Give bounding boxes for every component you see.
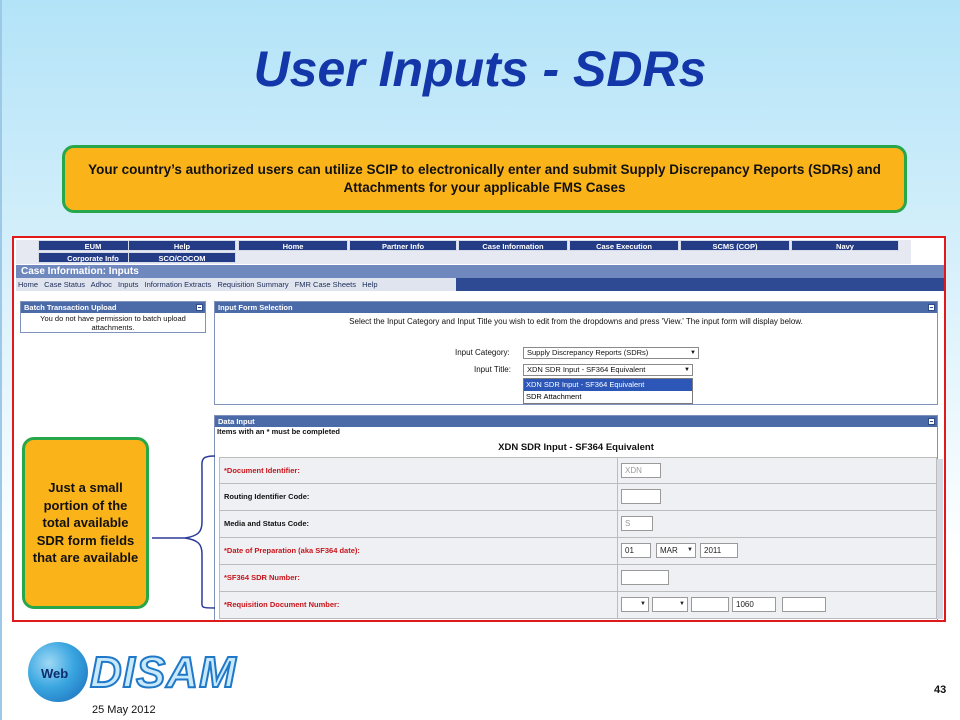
nav-case-execution[interactable]: Case Execution — [569, 240, 679, 251]
slide-left-edge — [0, 0, 2, 720]
dropdown-option-sdr-attachment[interactable]: SDR Attachment — [524, 391, 692, 403]
form-row-document-identifier: *Document Identifier: XDN — [219, 457, 937, 484]
input-category-value: Supply Discrepancy Reports (SDRs) — [527, 348, 649, 357]
nav-navy[interactable]: Navy — [791, 240, 899, 251]
date-of-preparation-label: *Date of Preparation (aka SF364 date): — [220, 538, 618, 564]
input-category-label: Input Category: — [455, 348, 510, 357]
date-year-input[interactable]: 2011 — [700, 543, 738, 558]
chevron-down-icon: ▼ — [687, 547, 693, 553]
scip-nav-grid: EUM Help Home Partner Info Case Informat… — [16, 240, 911, 264]
input-form-selection-header: Input Form Selection — [215, 302, 937, 313]
form-row-media-status: Media and Status Code: S — [219, 511, 937, 538]
batch-upload-panel: Batch Transaction Upload You do not have… — [20, 301, 206, 333]
requisition-select-1[interactable]: ▼ — [621, 597, 649, 612]
sf364-number-input[interactable] — [621, 570, 669, 585]
logo-web-text: Web — [41, 666, 69, 681]
logo-wordmark: DISAM — [89, 647, 237, 698]
sdr-form-table: *Document Identifier: XDN Routing Identi… — [219, 457, 937, 619]
input-title-dropdown: XDN SDR Input - SF364 Equivalent SDR Att… — [523, 378, 693, 404]
dropdown-option-xdn[interactable]: XDN SDR Input - SF364 Equivalent — [524, 379, 692, 391]
chevron-down-icon: ▼ — [640, 601, 646, 607]
sub-nav: Home Case Status Adhoc Inputs Informatio… — [16, 278, 944, 291]
callout-top: Your country’s authorized users can util… — [62, 145, 907, 213]
minimize-icon[interactable] — [928, 418, 935, 425]
form-row-date-of-preparation: *Date of Preparation (aka SF364 date): 0… — [219, 538, 937, 565]
media-status-label: Media and Status Code: — [220, 511, 618, 537]
requisition-document-label: *Requisition Document Number: — [220, 592, 618, 618]
nav-home[interactable]: Home — [238, 240, 348, 251]
requisition-input-1[interactable] — [691, 597, 729, 612]
minimize-icon[interactable] — [928, 304, 935, 311]
batch-upload-title: Batch Transaction Upload — [24, 303, 117, 312]
subnav-requisition-summary[interactable]: Requisition Summary — [217, 280, 288, 289]
sub-nav-bar — [456, 278, 944, 291]
subnav-adhoc[interactable]: Adhoc — [91, 280, 112, 289]
minimize-icon[interactable] — [196, 304, 203, 311]
input-title-select[interactable]: XDN SDR Input - SF364 Equivalent ▼ — [523, 364, 693, 376]
document-identifier-label: *Document Identifier: — [220, 458, 618, 484]
data-input-header: Data Input — [215, 416, 937, 427]
data-input-panel: Data Input Items with an * must be compl… — [214, 415, 938, 620]
form-row-routing-identifier: Routing Identifier Code: — [219, 484, 937, 511]
subnav-information-extracts[interactable]: Information Extracts — [145, 280, 212, 289]
brace-path — [152, 455, 216, 609]
input-category-select[interactable]: Supply Discrepancy Reports (SDRs) ▼ — [523, 347, 699, 359]
requisition-input-3[interactable] — [782, 597, 826, 612]
batch-upload-header: Batch Transaction Upload — [21, 302, 205, 313]
requisition-input-2[interactable]: 1060 — [732, 597, 776, 612]
callout-left: Just a small portion of the total availa… — [22, 437, 149, 609]
slide-date: 25 May 2012 — [92, 704, 156, 716]
date-month-select[interactable]: MAR ▼ — [656, 543, 696, 558]
input-title-label: Input Title: — [474, 365, 511, 374]
nav-case-information[interactable]: Case Information — [458, 240, 568, 251]
section-header: Case Information: Inputs — [16, 265, 944, 278]
batch-upload-message: You do not have permission to batch uplo… — [40, 314, 186, 332]
media-status-input[interactable]: S — [621, 516, 653, 531]
form-row-requisition-document: *Requisition Document Number: ▼ ▼ 1060 — [219, 592, 937, 619]
subnav-inputs[interactable]: Inputs — [118, 280, 138, 289]
routing-identifier-input[interactable] — [621, 489, 661, 504]
chevron-down-icon: ▼ — [679, 601, 685, 607]
nav-partner-info[interactable]: Partner Info — [349, 240, 457, 251]
chevron-down-icon: ▼ — [690, 350, 696, 356]
chevron-down-icon: ▼ — [684, 367, 690, 373]
subnav-home[interactable]: Home — [18, 280, 38, 289]
required-note: Items with an * must be completed — [217, 427, 340, 436]
scrollbar[interactable] — [937, 459, 943, 619]
input-form-selection-title: Input Form Selection — [218, 303, 293, 312]
callout-left-text: Just a small portion of the total availa… — [32, 480, 139, 566]
disam-logo: Web DISAM — [28, 642, 248, 704]
brace-connector — [152, 455, 216, 609]
data-input-title: Data Input — [218, 417, 255, 426]
input-title-value: XDN SDR Input - SF364 Equivalent — [527, 365, 646, 374]
slide-title: User Inputs - SDRs — [253, 41, 707, 97]
routing-identifier-label: Routing Identifier Code: — [220, 484, 618, 510]
subnav-case-status[interactable]: Case Status — [44, 280, 85, 289]
nav-scms-cop[interactable]: SCMS (COP) — [680, 240, 790, 251]
sf364-number-label: *SF364 SDR Number: — [220, 565, 618, 591]
date-day-input[interactable]: 01 — [621, 543, 651, 558]
subnav-fmr-case-sheets[interactable]: FMR Case Sheets — [295, 280, 356, 289]
requisition-select-2[interactable]: ▼ — [652, 597, 688, 612]
nav-help[interactable]: Help — [128, 240, 236, 251]
form-row-sf364-number: *SF364 SDR Number: — [219, 565, 937, 592]
date-month-value: MAR — [660, 546, 678, 555]
subnav-help[interactable]: Help — [362, 280, 377, 289]
document-identifier-input[interactable]: XDN — [621, 463, 661, 478]
input-form-instructions: Select the Input Category and Input Titl… — [349, 317, 803, 326]
callout-top-text: Your country’s authorized users can util… — [88, 162, 881, 195]
form-title: XDN SDR Input - SF364 Equivalent — [498, 442, 654, 453]
input-form-selection-panel: Input Form Selection Select the Input Ca… — [214, 301, 938, 405]
page-number: 43 — [934, 684, 947, 696]
nav-sco-cocom[interactable]: SCO/COCOM — [128, 252, 236, 263]
